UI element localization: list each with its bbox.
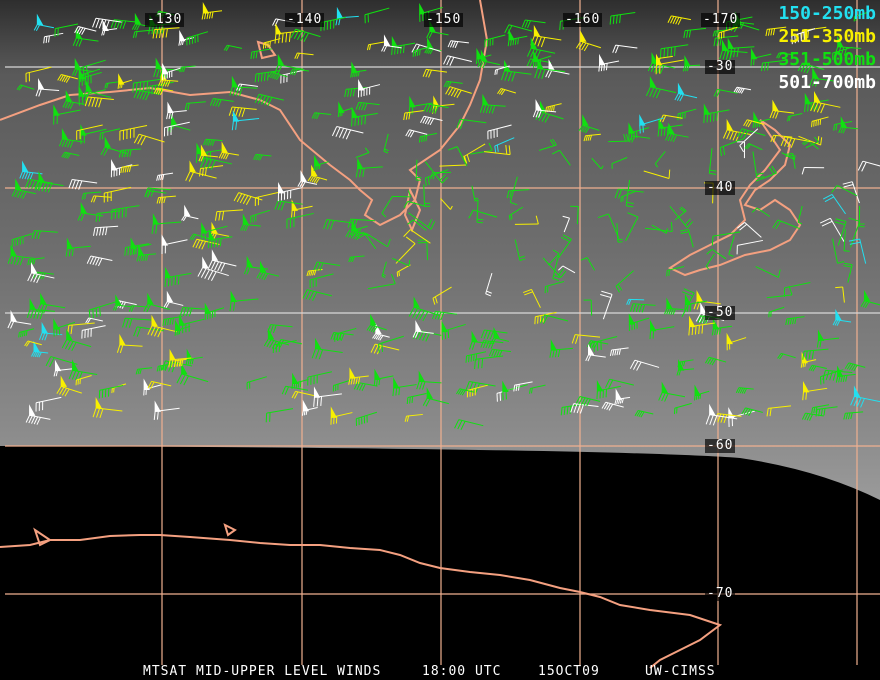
lon-label: -130 (145, 12, 185, 27)
pressure-legend: 150-250mb 251-350mb 351-500mb 501-700mb (778, 2, 876, 94)
lon-label: -170 (701, 12, 741, 27)
product-title: MTSAT MID-UPPER LEVEL WINDS (143, 664, 382, 679)
valid-date: 15OCT09 (538, 664, 600, 679)
lon-label: -140 (285, 12, 325, 27)
lat-label: -30 (705, 59, 736, 74)
legend-501-700mb: 501-700mb (778, 72, 876, 93)
legend-150-250mb: 150-250mb (778, 3, 876, 24)
map-canvas (0, 0, 880, 669)
satellite-wind-map: -130 -140 -150 -160 -170 -30 -40 -50 -60… (0, 0, 880, 680)
lon-label: -150 (424, 12, 464, 27)
lat-label: -50 (705, 305, 736, 320)
valid-time: 18:00 UTC (422, 664, 502, 679)
satellite-imagery (0, 0, 880, 500)
source-credit: UW-CIMSS (645, 664, 716, 679)
legend-351-500mb: 351-500mb (778, 49, 876, 70)
lat-label: -60 (705, 438, 736, 453)
lon-label: -160 (563, 12, 603, 27)
lat-label: -40 (705, 180, 736, 195)
lat-label: -70 (705, 586, 736, 601)
legend-251-350mb: 251-350mb (778, 26, 876, 47)
